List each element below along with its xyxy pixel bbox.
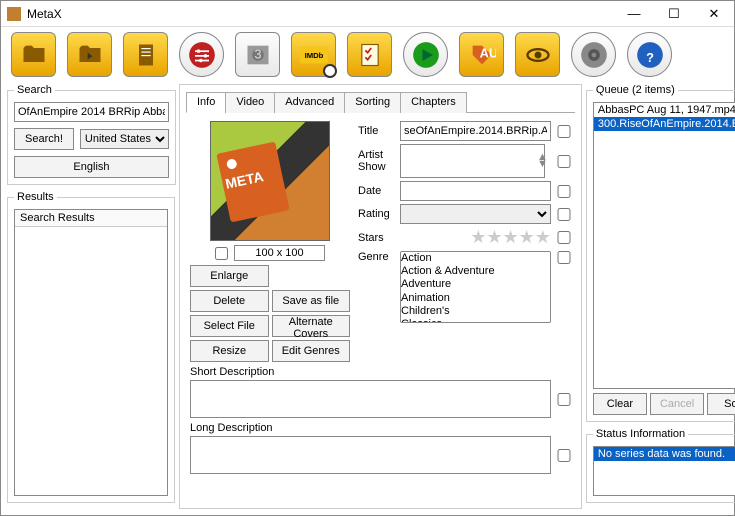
rating-lock-checkbox[interactable]: [557, 208, 571, 221]
main-toolbar: 3 IMDb AUTO TAG ?: [1, 27, 734, 82]
enlarge-button[interactable]: Enlarge: [190, 265, 269, 287]
rating-select[interactable]: [400, 204, 551, 224]
results-legend: Results: [14, 191, 57, 203]
help-icon[interactable]: ?: [627, 32, 672, 77]
artist-label: Artist Show: [358, 149, 394, 173]
tab-strip: Info Video Advanced Sorting Chapters: [186, 91, 575, 113]
checklist-icon[interactable]: [347, 32, 392, 77]
status-box: No series data was found.: [593, 446, 735, 496]
short-desc-label: Short Description: [190, 366, 571, 378]
country-select[interactable]: United States: [80, 129, 169, 149]
long-desc-label: Long Description: [190, 422, 571, 434]
cover-art[interactable]: META: [210, 121, 330, 241]
status-legend: Status Information: [593, 428, 688, 440]
rating-label: Rating: [358, 208, 394, 220]
search-group: Search Search! United States English: [7, 84, 176, 185]
genre-lock-checkbox[interactable]: [557, 251, 571, 264]
svg-text:3: 3: [254, 46, 261, 61]
play-icon[interactable]: [403, 32, 448, 77]
sort-button[interactable]: Sort: [707, 393, 735, 415]
document-icon[interactable]: [123, 32, 168, 77]
art-lock-checkbox[interactable]: [215, 247, 228, 260]
tab-info[interactable]: Info: [186, 92, 226, 113]
date-input[interactable]: [400, 181, 551, 201]
resize-button[interactable]: Resize: [190, 340, 269, 362]
autotag-icon[interactable]: AUTO TAG: [459, 32, 504, 77]
save-as-file-button[interactable]: Save as file: [272, 290, 351, 312]
status-group: Status Information No series data was fo…: [586, 428, 735, 503]
preview-eye-icon[interactable]: [515, 32, 560, 77]
language-button[interactable]: English: [14, 156, 169, 178]
short-desc-lock-checkbox[interactable]: [557, 393, 571, 406]
search-button[interactable]: Search!: [14, 128, 74, 150]
date-lock-checkbox[interactable]: [557, 185, 571, 198]
art-dimensions: 100 x 100: [234, 245, 324, 261]
svg-text:AUTO TAG: AUTO TAG: [479, 45, 495, 60]
short-desc-input[interactable]: [190, 380, 551, 418]
delete-button[interactable]: Delete: [190, 290, 269, 312]
stars-widget[interactable]: ★★★★★: [400, 227, 551, 248]
svg-text:?: ?: [646, 50, 654, 65]
tab-advanced[interactable]: Advanced: [274, 92, 345, 113]
long-desc-lock-checkbox[interactable]: [557, 449, 571, 462]
search-input[interactable]: [14, 102, 169, 122]
film-reel-icon[interactable]: 3: [235, 32, 280, 77]
date-label: Date: [358, 185, 394, 197]
settings-sliders-icon[interactable]: [179, 32, 224, 77]
genre-label: Genre: [358, 251, 394, 263]
queue-group: Queue (2 items) AbbasPC Aug 11, 1947.mp4…: [586, 84, 735, 422]
results-list[interactable]: Search Results: [14, 209, 168, 496]
queue-item[interactable]: AbbasPC Aug 11, 1947.mp4: [594, 103, 735, 117]
artist-input[interactable]: [400, 144, 545, 178]
close-button[interactable]: ✕: [694, 2, 734, 26]
queue-legend: Queue (2 items): [593, 84, 678, 96]
title-lock-checkbox[interactable]: [557, 125, 571, 138]
queue-list[interactable]: AbbasPC Aug 11, 1947.mp4300.RiseOfAnEmpi…: [593, 102, 735, 389]
tab-chapters[interactable]: Chapters: [400, 92, 467, 113]
edit-genres-button[interactable]: Edit Genres: [272, 340, 351, 362]
tab-sorting[interactable]: Sorting: [344, 92, 401, 113]
stars-lock-checkbox[interactable]: [557, 231, 571, 244]
status-message: No series data was found.: [594, 447, 735, 461]
alternate-covers-button[interactable]: Alternate Covers: [272, 315, 351, 337]
title-input[interactable]: [400, 121, 551, 141]
search-legend: Search: [14, 84, 55, 96]
open-recent-icon[interactable]: [67, 32, 112, 77]
open-folder-icon[interactable]: [11, 32, 56, 77]
genre-list[interactable]: ActionAction & AdventureAdventureAnimati…: [400, 251, 551, 323]
maximize-button[interactable]: ☐: [654, 2, 694, 26]
minimize-button[interactable]: —: [614, 2, 654, 26]
title-label: Title: [358, 125, 394, 137]
window-title: MetaX: [27, 7, 614, 21]
queue-item[interactable]: 300.RiseOfAnEmpire.2014.BR...: [594, 117, 735, 131]
titlebar: MetaX — ☐ ✕: [1, 1, 734, 27]
gear-icon[interactable]: [571, 32, 616, 77]
imdb-icon[interactable]: IMDb: [291, 32, 336, 77]
results-group: Results Search Results: [7, 191, 175, 503]
cancel-button[interactable]: Cancel: [650, 393, 704, 415]
svg-text:IMDb: IMDb: [304, 50, 323, 59]
results-header: Search Results: [15, 210, 167, 227]
app-icon: [7, 7, 21, 21]
select-file-button[interactable]: Select File: [190, 315, 269, 337]
artist-lock-checkbox[interactable]: [557, 155, 571, 168]
clear-button[interactable]: Clear: [593, 393, 647, 415]
tab-video[interactable]: Video: [225, 92, 275, 113]
long-desc-input[interactable]: [190, 436, 551, 474]
stars-label: Stars: [358, 232, 394, 244]
